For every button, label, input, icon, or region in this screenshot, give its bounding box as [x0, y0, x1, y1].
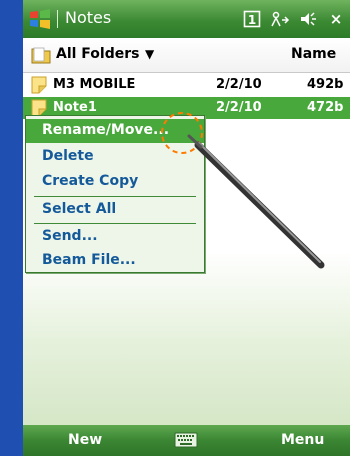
menu-item-create-copy[interactable]: Create Copy — [26, 170, 204, 194]
menu-item-send[interactable]: Send... — [26, 225, 204, 249]
windows-start-icon[interactable] — [28, 8, 52, 30]
connectivity-icon[interactable] — [270, 9, 290, 29]
list-item-name: Note1 — [53, 100, 97, 115]
folder-selector[interactable]: All Folders — [56, 46, 139, 62]
context-menu: Rename/Move... Delete Create Copy Select… — [25, 115, 205, 273]
status-icons: 1 × — [242, 7, 346, 31]
keyboard-icon[interactable] — [174, 432, 198, 448]
menu-item-rename-move[interactable]: Rename/Move... — [26, 119, 204, 143]
softkey-bar: New Menu — [23, 425, 350, 456]
menu-item-beam-file[interactable]: Beam File... — [26, 249, 204, 273]
new-softkey-button[interactable]: New — [68, 432, 102, 448]
menu-softkey-button[interactable]: Menu — [281, 432, 324, 448]
menu-item-delete[interactable]: Delete — [26, 145, 204, 169]
app-title: Notes — [65, 8, 112, 27]
notification-icon[interactable]: 1 — [242, 9, 262, 29]
folder-icon[interactable] — [31, 46, 51, 64]
list-item-date: 2/2/10 — [216, 100, 262, 115]
list-item-name: M3 MOBILE — [53, 77, 136, 92]
list-item-size: 472b — [307, 100, 344, 115]
close-icon[interactable]: × — [326, 9, 346, 29]
list-item-size: 492b — [307, 77, 344, 92]
menu-separator — [34, 196, 196, 197]
svg-text:1: 1 — [248, 13, 256, 27]
menu-item-select-all[interactable]: Select All — [26, 198, 204, 222]
note-file-icon — [31, 76, 47, 94]
list-item[interactable]: M3 MOBILE 2/2/10 492b — [23, 74, 350, 96]
list-item-date: 2/2/10 — [216, 77, 262, 92]
folder-bar: All Folders ▼ Name — [23, 38, 350, 73]
sort-by-name-button[interactable]: Name — [291, 46, 336, 62]
volume-icon[interactable] — [298, 9, 318, 29]
chevron-down-icon[interactable]: ▼ — [145, 47, 154, 61]
title-bar: Notes 1 × — [23, 0, 350, 38]
pda-screen: Notes 1 × All Folders ▼ Name M3 MOBILE 2… — [23, 0, 350, 456]
title-separator — [57, 10, 58, 28]
menu-separator — [34, 223, 196, 224]
